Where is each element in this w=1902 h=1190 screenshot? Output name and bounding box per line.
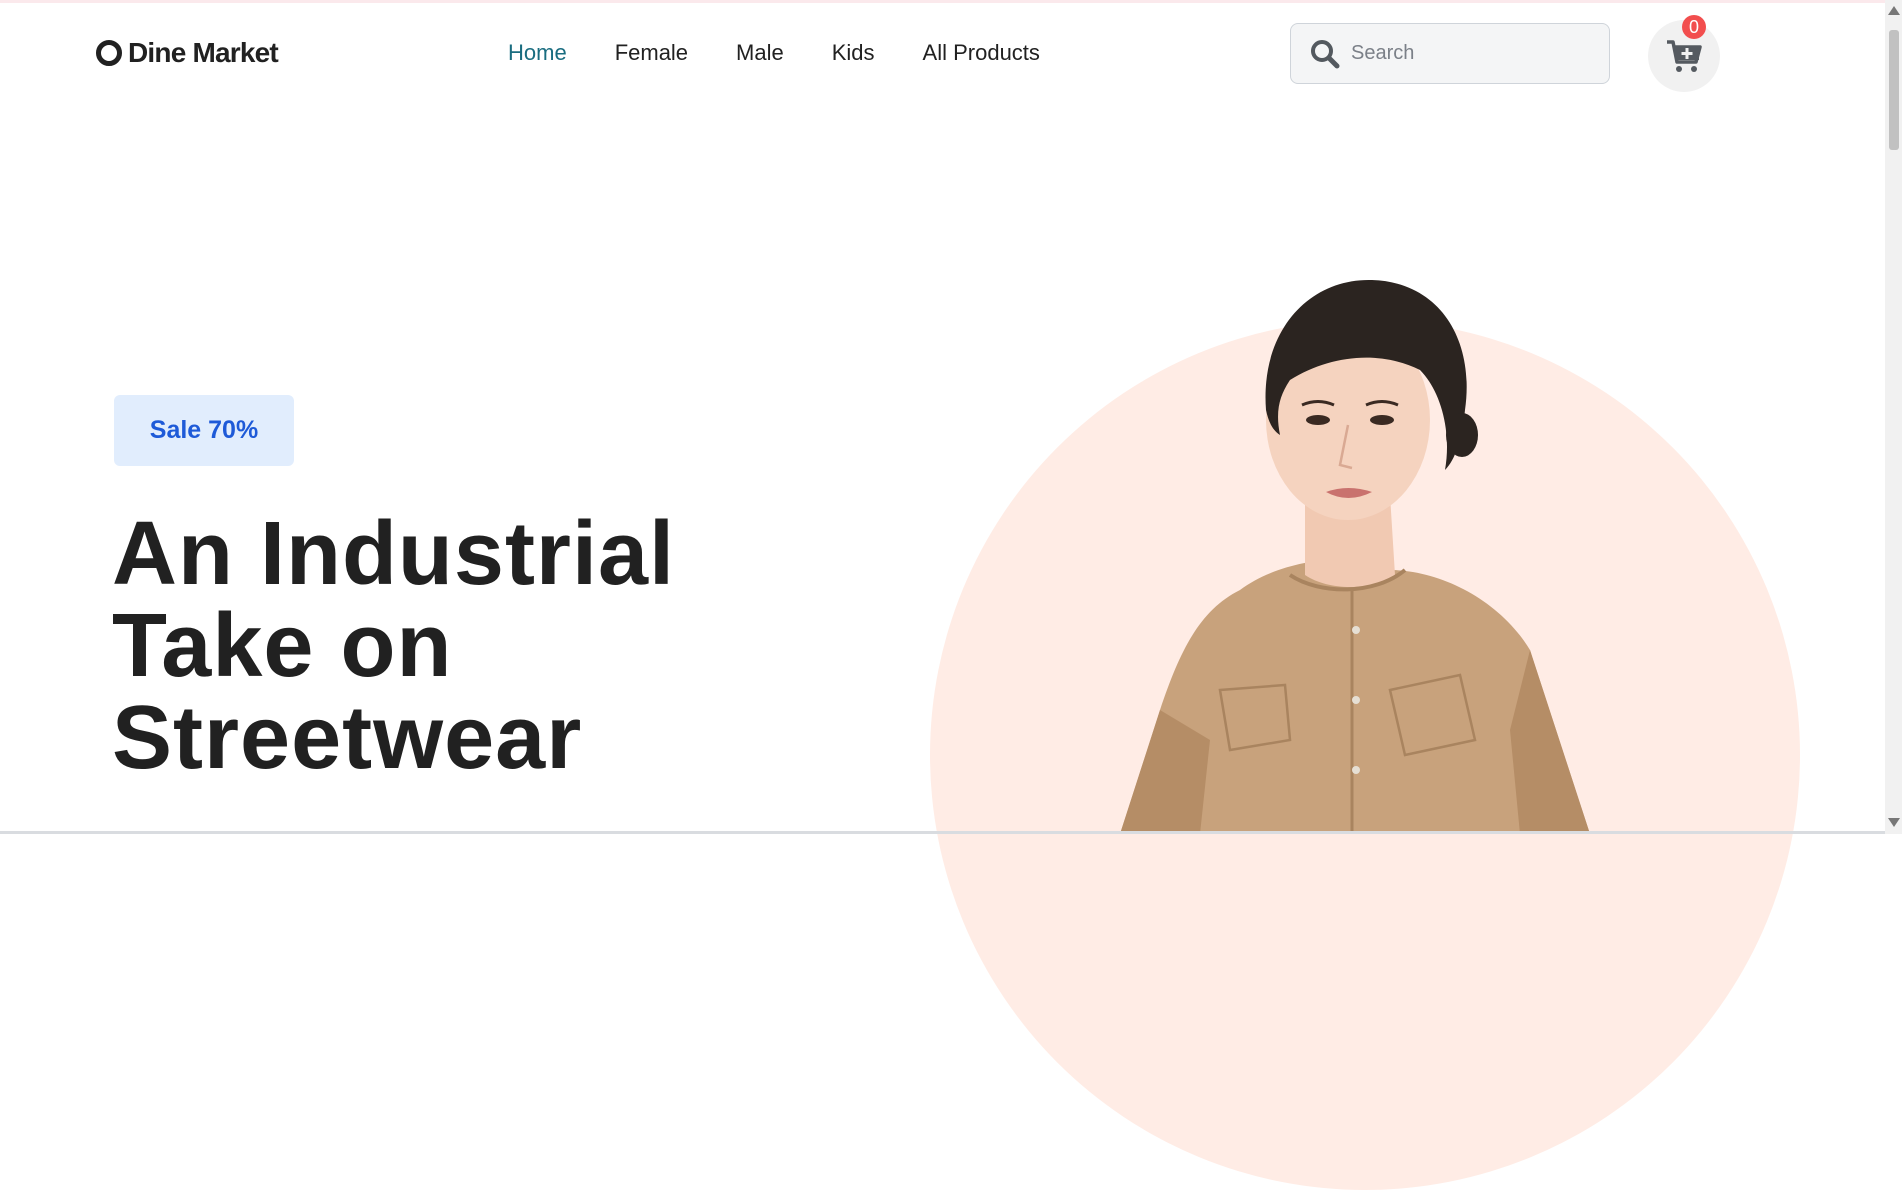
nav-male[interactable]: Male (736, 40, 784, 66)
nav-home[interactable]: Home (508, 40, 567, 66)
logo-ring-icon (96, 40, 122, 66)
nav-all-products[interactable]: All Products (923, 40, 1040, 66)
nav-kids[interactable]: Kids (832, 40, 875, 66)
cart-button[interactable]: 0 (1648, 15, 1720, 92)
cart-count-badge: 0 (1682, 15, 1706, 39)
scroll-down-arrow-icon[interactable] (1888, 818, 1900, 827)
sale-badge: Sale 70% (114, 395, 294, 466)
hero-model-image (1120, 279, 1590, 834)
vertical-scrollbar[interactable] (1885, 0, 1902, 834)
cart-plus-icon (1667, 40, 1702, 72)
nav-female[interactable]: Female (615, 40, 688, 66)
brand-name: Dine Market (128, 37, 279, 68)
hero-headline: An Industrial Take on Streetwear (112, 504, 676, 788)
main-nav: Home Female Male Kids All Products (508, 40, 1040, 66)
search-input[interactable] (1349, 41, 1593, 66)
scrollbar-thumb[interactable] (1889, 30, 1899, 150)
scroll-up-arrow-icon[interactable] (1888, 6, 1900, 15)
search-box[interactable] (1290, 23, 1610, 84)
top-border (0, 0, 1885, 3)
brand-logo[interactable]: Dine Market (96, 37, 279, 69)
search-icon[interactable] (1309, 38, 1341, 70)
